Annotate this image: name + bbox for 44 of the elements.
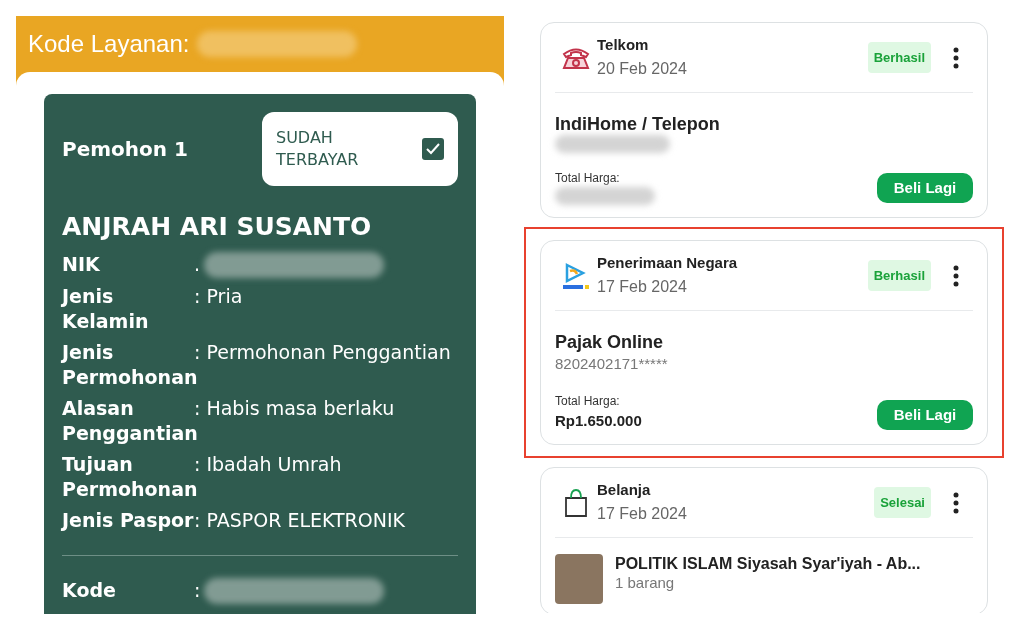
- merchant-name: Penerimaan Negara: [597, 253, 739, 274]
- customer-number: 8202402171*****: [555, 354, 669, 374]
- book-cover-placeholder: [555, 554, 603, 604]
- field-value: : Ibadah Umrah: [194, 451, 342, 477]
- buy-again-button[interactable]: Beli Lagi: [877, 173, 973, 203]
- field-value: .: [194, 252, 201, 277]
- transaction-date: 17 Feb 2024: [597, 503, 688, 524]
- paid-label: SUDAH TERBAYAR: [276, 127, 360, 171]
- paid-checkbox[interactable]: [422, 138, 444, 160]
- field-value: : Habis masa berlaku: [194, 395, 395, 421]
- applicant-title: Pemohon 1: [62, 136, 188, 163]
- product-title: Pajak Online: [555, 331, 665, 353]
- total-price: Rp1.650.000: [555, 410, 642, 431]
- item-count: 1 barang: [615, 574, 676, 592]
- transaction-date: 20 Feb 2024: [597, 58, 688, 79]
- merchant-name: Telkom: [597, 35, 650, 56]
- service-code-label: Kode Layanan:: [28, 29, 190, 59]
- more-options-icon[interactable]: [953, 264, 959, 287]
- logo-icon: [561, 260, 591, 291]
- applicant-name: ANJRAH ARI SUSANTO: [62, 211, 373, 243]
- more-options-icon[interactable]: [953, 491, 959, 514]
- product-title: IndiHome / Telepon: [555, 113, 721, 135]
- status-badge: Berhasil: [867, 41, 931, 74]
- status-badge: Selesai: [874, 486, 931, 519]
- transaction-date: 17 Feb 2024: [597, 276, 688, 297]
- field-value: : PASPOR ELEKTRONIK: [194, 507, 405, 533]
- total-label: Total Harga:: [555, 392, 621, 410]
- total-label: Total Harga:: [555, 170, 621, 187]
- field-value: :: [194, 578, 201, 603]
- buy-again-button[interactable]: Beli Lagi: [877, 400, 973, 430]
- product-title: POLITIK ISLAM Siyasah Syar'iyah - Ab...: [615, 554, 921, 574]
- field-label: Kode: [62, 577, 117, 603]
- status-badge: Berhasil: [867, 259, 931, 292]
- field-label: Jenis Kelamin: [62, 283, 150, 334]
- more-options-icon[interactable]: [953, 46, 959, 69]
- merchant-name: Belanja: [597, 480, 652, 501]
- field-label: Tujuan Permohonan: [62, 451, 194, 502]
- shopping-bag-icon: [563, 487, 589, 518]
- field-label: NIK: [62, 251, 101, 277]
- field-label: Jenis Permohonan: [62, 339, 194, 390]
- field-value: : Pria: [194, 283, 243, 309]
- field-label: Jenis Paspor: [62, 507, 194, 533]
- check-icon: [426, 143, 440, 155]
- field-value: : Permohonan Penggantian: [194, 339, 451, 365]
